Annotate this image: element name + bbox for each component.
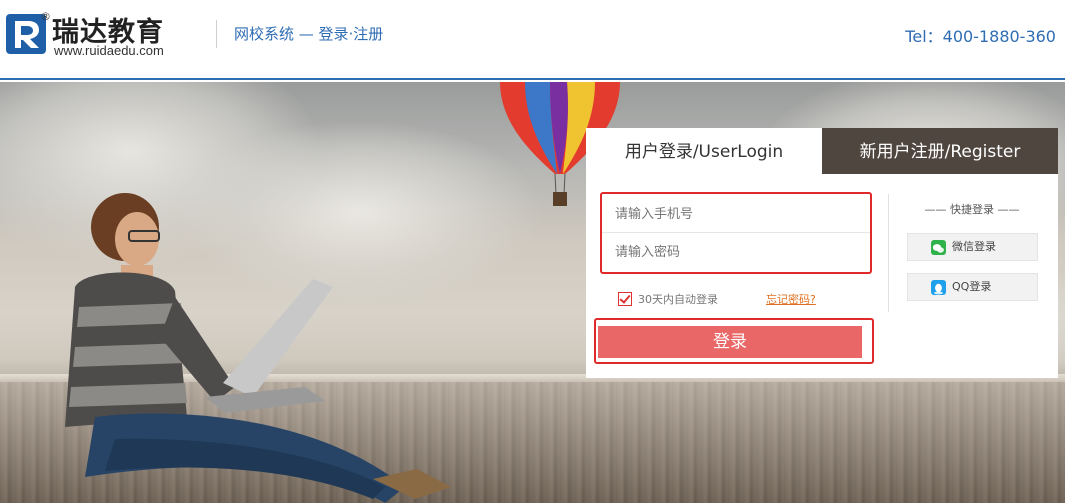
tab-user-login[interactable]: 用户登录/UserLogin (586, 128, 822, 174)
login-button[interactable]: 登录 (598, 326, 862, 358)
wechat-login-label: 微信登录 (952, 240, 996, 253)
wechat-login-button[interactable]: 微信登录 (907, 233, 1038, 261)
qq-login-label: QQ登录 (952, 280, 992, 293)
qq-icon (931, 280, 946, 295)
phone-input[interactable] (602, 196, 870, 233)
page-subtitle: 网校系统 — 登录·注册 (234, 25, 384, 43)
remember-label: 30天内自动登录 (638, 293, 718, 306)
tab-register[interactable]: 新用户注册/Register (822, 128, 1058, 174)
site-header: ® 瑞达教育 www.ruidaedu.com 网校系统 — 登录·注册 Tel… (0, 0, 1065, 80)
forgot-password-link[interactable]: 忘记密码? (766, 291, 816, 307)
student-with-laptop-illustration (65, 193, 451, 503)
credentials-box (600, 192, 872, 274)
password-input[interactable] (602, 234, 870, 271)
wechat-icon (931, 240, 946, 255)
registered-mark: ® (40, 10, 51, 23)
header-divider (216, 20, 217, 48)
brand-url: www.ruidaedu.com (54, 43, 164, 58)
remember-checkbox[interactable] (618, 292, 632, 306)
login-panel: 用户登录/UserLogin 新用户注册/Register 30天内自动登录 忘… (586, 128, 1058, 378)
panel-divider (888, 194, 889, 312)
telephone: Tel：400-1880-360 (905, 27, 1056, 46)
quick-login-title: —— 快捷登录 —— (924, 203, 1020, 216)
qq-login-button[interactable]: QQ登录 (907, 273, 1038, 301)
